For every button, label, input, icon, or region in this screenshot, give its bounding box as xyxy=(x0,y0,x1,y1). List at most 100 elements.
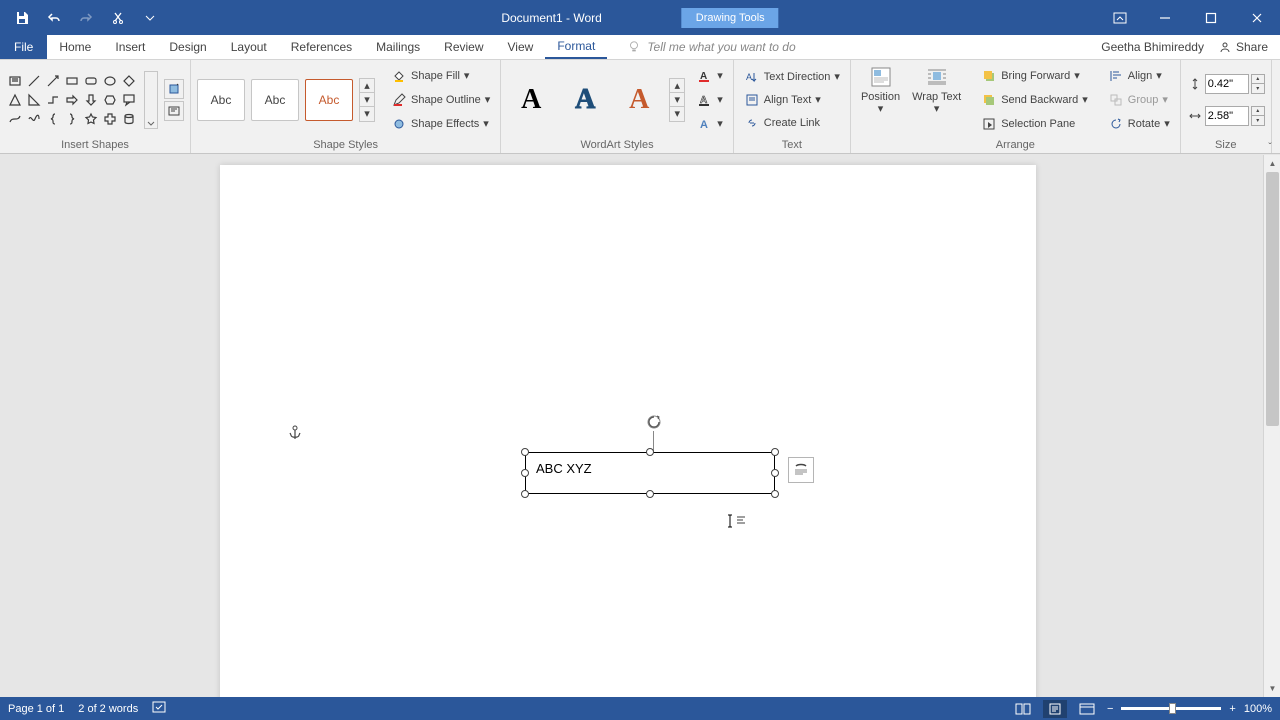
scroll-down-button[interactable]: ▼ xyxy=(1264,680,1280,697)
shape-arrow-down[interactable] xyxy=(82,91,100,109)
wordart-style-3[interactable]: A xyxy=(615,78,663,122)
tab-references[interactable]: References xyxy=(279,35,364,59)
page-count[interactable]: Page 1 of 1 xyxy=(8,703,64,715)
tab-review[interactable]: Review xyxy=(432,35,495,59)
text-outline-button[interactable]: A▾ xyxy=(693,89,727,111)
text-fill-button[interactable]: A▾ xyxy=(693,65,727,87)
shape-arrow-right[interactable] xyxy=(63,91,81,109)
tab-format[interactable]: Format xyxy=(545,35,607,59)
close-button[interactable] xyxy=(1234,4,1280,32)
tab-mailings[interactable]: Mailings xyxy=(364,35,432,59)
shape-freeform[interactable] xyxy=(25,110,43,128)
share-button[interactable]: Share xyxy=(1218,40,1268,54)
user-name[interactable]: Geetha Bhimireddy xyxy=(1101,40,1204,54)
textbox[interactable]: ABC XYZ xyxy=(525,452,775,494)
create-link-button[interactable]: Create Link xyxy=(740,112,844,134)
scroll-thumb[interactable] xyxy=(1266,172,1279,426)
shape-can[interactable] xyxy=(120,110,138,128)
proofing-button[interactable] xyxy=(152,700,168,717)
vertical-scrollbar[interactable]: ▲ ▼ xyxy=(1263,155,1280,697)
document-canvas[interactable]: ABC XYZ xyxy=(0,155,1280,697)
shape-rounded-rect[interactable] xyxy=(82,72,100,90)
shape-plus[interactable] xyxy=(101,110,119,128)
shape-rectangle[interactable] xyxy=(63,72,81,90)
tab-home[interactable]: Home xyxy=(47,35,103,59)
zoom-level[interactable]: 100% xyxy=(1244,703,1272,715)
resize-handle-e[interactable] xyxy=(771,469,779,477)
shape-outline-button[interactable]: Shape Outline▾ xyxy=(387,89,494,111)
align-button[interactable]: Align▾ xyxy=(1104,65,1174,87)
shape-right-triangle[interactable] xyxy=(25,91,43,109)
shape-elbow[interactable] xyxy=(44,91,62,109)
draw-textbox-button[interactable] xyxy=(164,101,184,121)
height-spinner[interactable]: ▴▾ xyxy=(1251,74,1265,94)
tab-insert[interactable]: Insert xyxy=(103,35,157,59)
tab-design[interactable]: Design xyxy=(157,35,218,59)
tab-view[interactable]: View xyxy=(496,35,546,59)
position-button[interactable]: Position▾ xyxy=(857,63,904,137)
tab-file[interactable]: File xyxy=(0,35,47,59)
collapse-ribbon-button[interactable]: ˇ xyxy=(1263,140,1277,154)
zoom-slider-knob[interactable] xyxy=(1169,703,1176,714)
zoom-slider[interactable] xyxy=(1121,707,1221,710)
shape-hexagon[interactable] xyxy=(101,91,119,109)
shape-star[interactable] xyxy=(82,110,100,128)
shape-style-2[interactable]: Abc xyxy=(251,79,299,121)
shape-diamond[interactable] xyxy=(120,72,138,90)
shape-left-brace[interactable] xyxy=(44,110,62,128)
shape-style-3[interactable]: Abc xyxy=(305,79,353,121)
zoom-out-button[interactable]: − xyxy=(1107,703,1113,715)
align-text-button[interactable]: Align Text▾ xyxy=(740,89,844,111)
shape-triangle[interactable] xyxy=(6,91,24,109)
customize-qat-button[interactable] xyxy=(136,4,164,32)
resize-handle-nw[interactable] xyxy=(521,448,529,456)
resize-handle-s[interactable] xyxy=(646,490,654,498)
undo-button[interactable] xyxy=(40,4,68,32)
text-effects-button[interactable]: A▾ xyxy=(693,113,727,135)
wrap-text-button[interactable]: Wrap Text▾ xyxy=(908,63,965,137)
zoom-in-button[interactable]: + xyxy=(1229,703,1235,715)
wordart-style-1[interactable]: A xyxy=(507,78,555,122)
rotate-handle[interactable] xyxy=(645,413,663,431)
rotate-button[interactable]: Rotate▾ xyxy=(1104,113,1174,135)
bring-forward-button[interactable]: Bring Forward ▾ xyxy=(977,65,1092,87)
scroll-track[interactable] xyxy=(1264,172,1280,680)
shape-textbox[interactable] xyxy=(6,72,24,90)
resize-handle-se[interactable] xyxy=(771,490,779,498)
save-button[interactable] xyxy=(8,4,36,32)
ribbon-display-options-button[interactable] xyxy=(1106,4,1134,32)
shape-callout[interactable] xyxy=(120,91,138,109)
anchor-icon[interactable] xyxy=(288,425,302,446)
shape-height-input[interactable] xyxy=(1205,74,1249,94)
tell-me-search[interactable]: Tell me what you want to do xyxy=(607,40,1101,54)
cut-button[interactable] xyxy=(104,4,132,32)
scroll-up-button[interactable]: ▲ xyxy=(1264,155,1280,172)
shape-line-arrow[interactable] xyxy=(44,72,62,90)
text-direction-button[interactable]: AText Direction▾ xyxy=(740,66,844,88)
shape-fill-button[interactable]: Shape Fill▾ xyxy=(387,65,494,87)
shape-oval[interactable] xyxy=(101,72,119,90)
word-count[interactable]: 2 of 2 words xyxy=(78,703,138,715)
layout-options-button[interactable] xyxy=(788,457,814,483)
resize-handle-n[interactable] xyxy=(646,448,654,456)
selection-pane-button[interactable]: Selection Pane xyxy=(977,113,1092,135)
shape-width-input[interactable] xyxy=(1205,106,1249,126)
print-layout-button[interactable] xyxy=(1043,700,1067,718)
shape-right-brace[interactable] xyxy=(63,110,81,128)
redo-button[interactable] xyxy=(72,4,100,32)
shape-effects-button[interactable]: Shape Effects▾ xyxy=(387,113,494,135)
shape-style-1[interactable]: Abc xyxy=(197,79,245,121)
wordart-styles-scroll[interactable]: ▴▾▾ xyxy=(669,78,685,122)
edit-shape-button[interactable] xyxy=(164,79,184,99)
resize-handle-w[interactable] xyxy=(521,469,529,477)
shape-curve[interactable] xyxy=(6,110,24,128)
wordart-style-2[interactable]: A xyxy=(561,78,609,122)
shape-styles-scroll[interactable]: ▴▾▾ xyxy=(359,78,375,122)
group-button[interactable]: Group▾ xyxy=(1104,89,1174,111)
resize-handle-ne[interactable] xyxy=(771,448,779,456)
shape-line[interactable] xyxy=(25,72,43,90)
page[interactable] xyxy=(220,165,1036,697)
resize-handle-sw[interactable] xyxy=(521,490,529,498)
send-backward-button[interactable]: Send Backward ▾ xyxy=(977,89,1092,111)
shapes-gallery-more[interactable] xyxy=(144,71,158,129)
